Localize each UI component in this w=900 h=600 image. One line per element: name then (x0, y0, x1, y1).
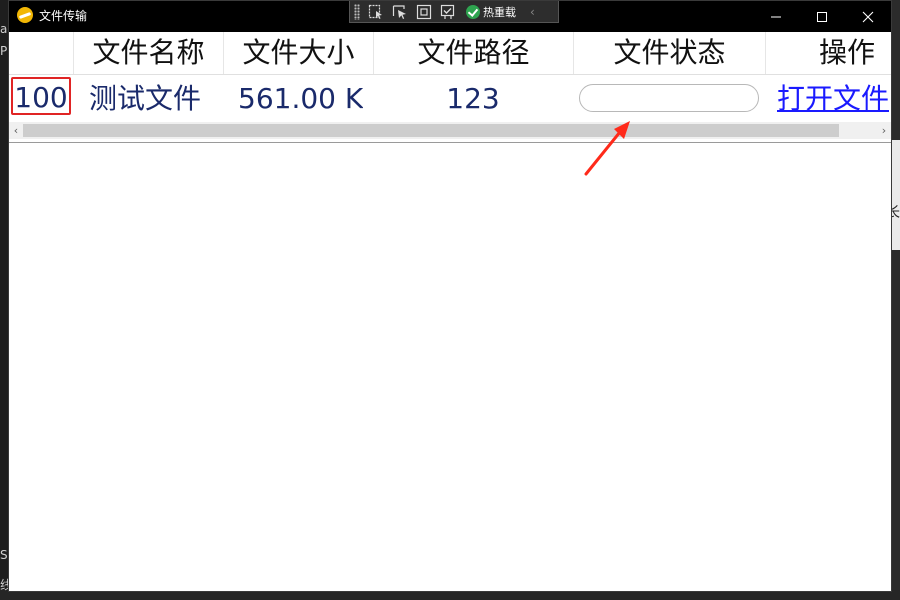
file-status-progress-bar (579, 84, 759, 112)
background-glyph: a (0, 22, 8, 36)
check-circle-icon (466, 4, 480, 19)
window-controls (753, 1, 891, 32)
maximize-button[interactable] (799, 1, 845, 32)
minimize-icon (771, 16, 781, 17)
column-header-path[interactable]: 文件路径 (373, 32, 573, 74)
chevron-left-icon[interactable]: ‹ (530, 5, 535, 19)
horizontal-scrollbar[interactable]: ‹ › (9, 122, 891, 139)
title-bar[interactable]: 文件传输 热重载 ‹ (9, 1, 891, 32)
debug-toolbar: 热重载 ‹ (349, 1, 559, 23)
drag-grip-icon[interactable] (354, 3, 360, 20)
frame-icon[interactable] (414, 3, 434, 21)
window-title: 文件传输 (39, 9, 88, 23)
table-row[interactable]: 100 测试文件 561.00 K 123 打开文件 (9, 75, 891, 122)
screen: a P S 线 长 文件传输 热重载 ‹ 文件名称 文件大小 文件路径 文件状态… (0, 0, 900, 600)
close-button[interactable] (845, 1, 891, 32)
minimize-button[interactable] (753, 1, 799, 32)
scrollbar-thumb[interactable] (23, 124, 839, 137)
background-glyph: S (0, 548, 8, 562)
hot-reload-button[interactable]: 热重载 (466, 4, 516, 20)
annotation-arrow-icon (584, 121, 630, 176)
column-header-size[interactable]: 文件大小 (223, 32, 373, 74)
pointer-icon[interactable] (390, 3, 410, 21)
scroll-left-arrow-icon[interactable]: ‹ (9, 122, 23, 139)
column-header-name[interactable]: 文件名称 (73, 32, 223, 74)
column-header-id[interactable] (9, 32, 73, 74)
refresh-check-icon[interactable] (438, 3, 458, 21)
background-left-strip (0, 0, 8, 600)
column-header-status[interactable]: 文件状态 (573, 32, 765, 74)
background-right-panel (892, 140, 900, 250)
scroll-right-arrow-icon[interactable]: › (877, 122, 891, 139)
hot-reload-label: 热重载 (483, 5, 516, 19)
maximize-icon (817, 11, 827, 22)
file-size-cell: 561.00 K (238, 82, 364, 115)
file-grid: 文件名称 文件大小 文件路径 文件状态 操作 100 测试文件 561.00 K… (9, 32, 891, 143)
row-id-cell: 100 (11, 77, 71, 115)
app-logo-icon (17, 7, 33, 23)
column-header-action[interactable]: 操作 (765, 32, 891, 74)
background-right-strip (892, 0, 900, 600)
grid-header-row: 文件名称 文件大小 文件路径 文件状态 操作 (9, 32, 891, 75)
background-glyph: P (0, 44, 8, 58)
close-icon (862, 11, 874, 22)
open-file-link[interactable]: 打开文件 (777, 75, 889, 122)
file-transfer-window: 文件传输 热重载 ‹ 文件名称 文件大小 文件路径 文件状态 操作 100 测试… (8, 0, 892, 592)
select-element-icon[interactable] (366, 3, 386, 21)
file-name-cell: 测试文件 (89, 82, 202, 115)
file-path-cell: 123 (446, 82, 500, 115)
